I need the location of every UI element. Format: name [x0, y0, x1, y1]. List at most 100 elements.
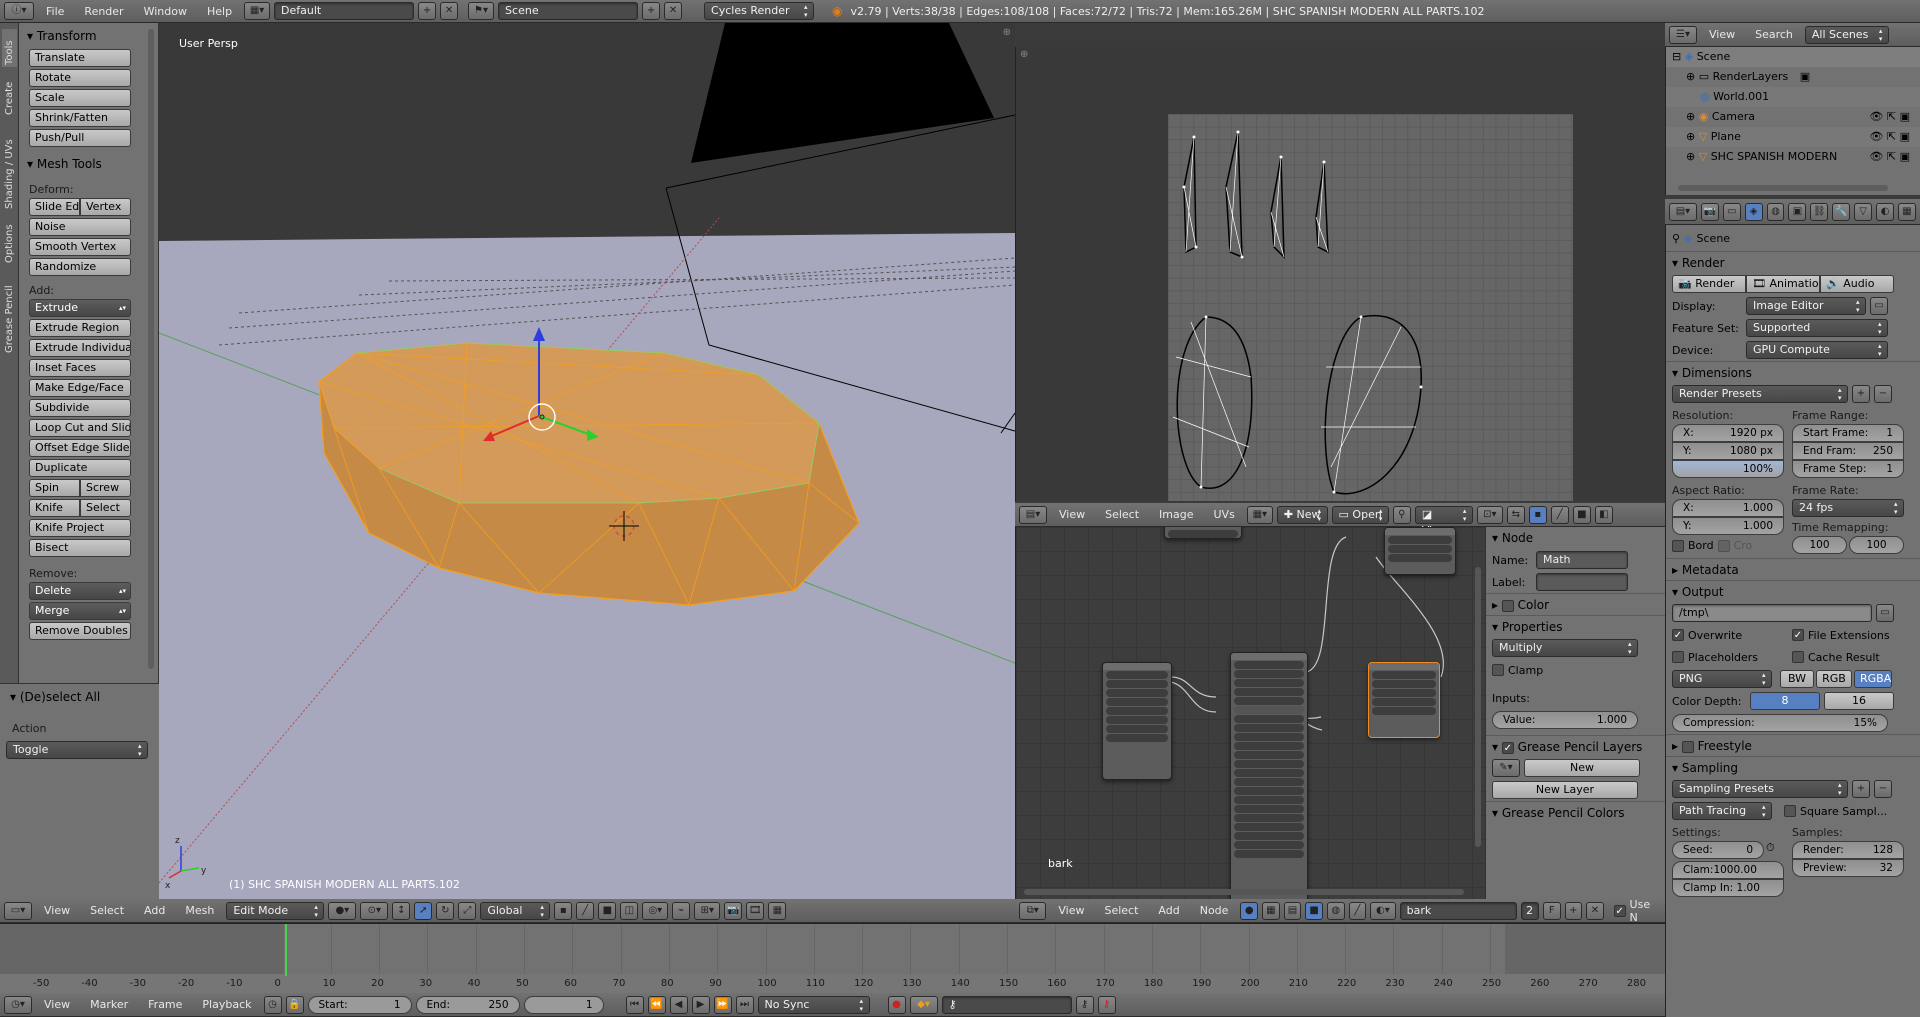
uv-menu-image[interactable]: Image [1151, 508, 1201, 521]
aspect-y-field[interactable]: Y: 1.000 [1672, 517, 1784, 535]
menu-render[interactable]: Render [76, 5, 131, 18]
editor-type-3dview-icon[interactable]: ▭▾ [4, 901, 32, 920]
outliner-filter-select[interactable]: All Scenes [1804, 25, 1889, 44]
editor-type-timeline-icon[interactable]: ◷▾ [4, 995, 32, 1014]
node-menu-node[interactable]: Node [1192, 904, 1237, 917]
compression-field[interactable]: Compression: 15% [1672, 714, 1888, 732]
node-section-title[interactable]: ▾ Node [1486, 527, 1665, 549]
smooth-vertex-button[interactable]: Smooth Vertex [29, 238, 131, 256]
render-context-icon[interactable]: 📷 [1700, 202, 1719, 221]
format-select[interactable]: PNG [1672, 670, 1772, 688]
duplicate-button[interactable]: Duplicate [29, 459, 131, 477]
add-preset-icon[interactable]: + [1852, 385, 1870, 403]
node-scrollbar-h[interactable] [1024, 889, 1464, 895]
uv-corner-icon[interactable]: ⊕ [1020, 49, 1028, 60]
pin-context-icon[interactable]: ⚲ [1672, 232, 1680, 245]
res-y-field[interactable]: Y: 1080 px [1672, 442, 1784, 460]
crop-checkbox[interactable] [1717, 539, 1730, 552]
file-ext-checkbox[interactable] [1792, 629, 1804, 641]
uv-menu-uvs[interactable]: UVs [1206, 508, 1243, 521]
insert-keyframe-icon[interactable]: ⚷ [1075, 995, 1094, 1014]
viewport-corner-icon[interactable]: ⊕ [1003, 27, 1011, 38]
shading-icon[interactable]: ●▾ [328, 901, 357, 920]
gp-new-button[interactable]: New [1524, 759, 1640, 777]
play-reverse-icon[interactable]: ◀ [669, 995, 688, 1014]
loop-cut-button[interactable]: Loop Cut and Slide [29, 419, 131, 437]
editor-type-outliner-icon[interactable]: ☰▾ [1669, 25, 1697, 44]
remove-sampling-preset-icon[interactable]: − [1874, 780, 1892, 798]
uv-edge-mode-icon[interactable]: ╱ [1550, 505, 1569, 524]
res-x-field[interactable]: X: 1920 px [1672, 424, 1784, 442]
clamp-checkbox[interactable] [1492, 664, 1504, 676]
freestyle-checkbox[interactable] [1681, 740, 1694, 753]
outliner-row-world[interactable]: ◍ World.001 [1666, 87, 1920, 107]
node-image-texture[interactable] [1102, 662, 1172, 780]
outliner-row-plane[interactable]: ⊕ ▽ Plane 👁 ⇱ ▣ [1666, 127, 1920, 147]
knife-project-button[interactable]: Knife Project [29, 519, 131, 537]
knife-button[interactable]: Knife [29, 499, 80, 517]
seed-field[interactable]: Seed: 0 [1672, 841, 1764, 859]
current-frame-field[interactable]: 1 [523, 995, 604, 1014]
render-section[interactable]: ▾ Render [1666, 251, 1920, 273]
material-context-icon[interactable]: ◐ [1876, 202, 1895, 221]
editor-type-node-icon[interactable]: ⧉▾ [1019, 901, 1047, 920]
operation-select[interactable]: Multiply [1492, 639, 1638, 657]
mode-select[interactable]: Edit Mode [226, 901, 325, 920]
world-shader-icon[interactable]: ◍ [1326, 901, 1345, 920]
scene-icon[interactable]: ⚑▾ [468, 2, 495, 20]
vertex-select-icon[interactable]: ▪ [554, 901, 573, 920]
fake-user-icon[interactable]: F [1542, 901, 1561, 920]
viewport-menu-mesh[interactable]: Mesh [177, 904, 222, 917]
device-select[interactable]: GPU Compute [1746, 341, 1888, 359]
delete-select[interactable]: Delete ▴▾ [29, 582, 131, 600]
feature-set-select[interactable]: Supported [1746, 319, 1888, 337]
texture-context-icon[interactable]: ▦ [1898, 202, 1916, 221]
outliner-row-renderlayers[interactable]: ⊕ ▭ RenderLayers ▣ [1666, 67, 1920, 87]
gp-layers-checkbox[interactable] [1501, 741, 1514, 754]
action-select[interactable]: Toggle [6, 741, 148, 759]
gp-brush-icon[interactable]: ✎▾ [1492, 759, 1520, 777]
value-field[interactable]: Value: 1.000 [1492, 711, 1638, 729]
color-section[interactable]: ▸ Color [1486, 593, 1665, 615]
node-label-field[interactable] [1536, 573, 1628, 591]
animation-button[interactable]: 🎞 Animation [1746, 275, 1820, 293]
timeline[interactable]: -50 -40 -30 -20 -10 0 10 20 30 40 50 60 70 80 90 100 110… [0, 923, 1665, 993]
start-frame-timeline-field[interactable]: Start: 1 [307, 995, 412, 1014]
node-menu-add[interactable]: Add [1150, 904, 1187, 917]
frame-step-field[interactable]: Frame Step: 1 [1792, 460, 1904, 478]
scene-context-icon[interactable]: ◈ [1744, 202, 1763, 221]
pin-icon[interactable]: ⚲ [1392, 505, 1411, 524]
shrink-fatten-button[interactable]: Shrink/Fatten [29, 109, 131, 127]
browse-image-icon[interactable]: ▦▾ [1246, 505, 1273, 524]
manipulator-icon[interactable]: ↕ [392, 901, 411, 920]
linestyle-icon[interactable]: ╱ [1348, 901, 1367, 920]
node-principled-bsdf[interactable] [1230, 652, 1308, 899]
node-material-output[interactable] [1384, 527, 1456, 575]
texture-tree-icon[interactable]: ▤ [1283, 901, 1302, 920]
node-menu-select[interactable]: Select [1096, 904, 1146, 917]
push-pull-button[interactable]: Push/Pull [29, 129, 131, 147]
clamp-indirect-field[interactable]: Clamp In: 1.00 [1672, 879, 1784, 897]
merge-select[interactable]: Merge ▴▾ [29, 602, 131, 620]
timeline-menu-playback[interactable]: Playback [194, 998, 259, 1011]
tab-create[interactable]: Create [2, 71, 17, 117]
layout-icon[interactable]: ▦▾ [244, 2, 271, 20]
render-presets-select[interactable]: Render Presets [1672, 385, 1848, 403]
pivot-uv-icon[interactable]: ⊡▾ [1476, 505, 1503, 524]
tab-grease-pencil[interactable]: Grease Pencil [2, 269, 17, 355]
output-section[interactable]: ▾ Output [1666, 580, 1920, 602]
integrator-select[interactable]: Path Tracing [1672, 802, 1772, 820]
freestyle-section[interactable]: ▸ Freestyle [1666, 734, 1920, 756]
shelf-scrollbar[interactable] [148, 29, 154, 669]
rotate-button[interactable]: Rotate [29, 69, 131, 87]
make-edge-face-button[interactable]: Make Edge/Face [29, 379, 131, 397]
noise-button[interactable]: Noise [29, 218, 131, 236]
preview-range-icon[interactable]: ◷ [263, 995, 282, 1014]
aspect-x-field[interactable]: X: 1.000 [1672, 499, 1784, 517]
outliner-menu-search[interactable]: Search [1747, 28, 1801, 41]
timeline-menu-marker[interactable]: Marker [82, 998, 136, 1011]
inset-faces-button[interactable]: Inset Faces [29, 359, 131, 377]
rotate-manip-icon[interactable]: ↻ [436, 901, 455, 920]
end-frame-timeline-field[interactable]: End: 250 [415, 995, 520, 1014]
depth-8-button[interactable]: 8 [1750, 692, 1820, 710]
